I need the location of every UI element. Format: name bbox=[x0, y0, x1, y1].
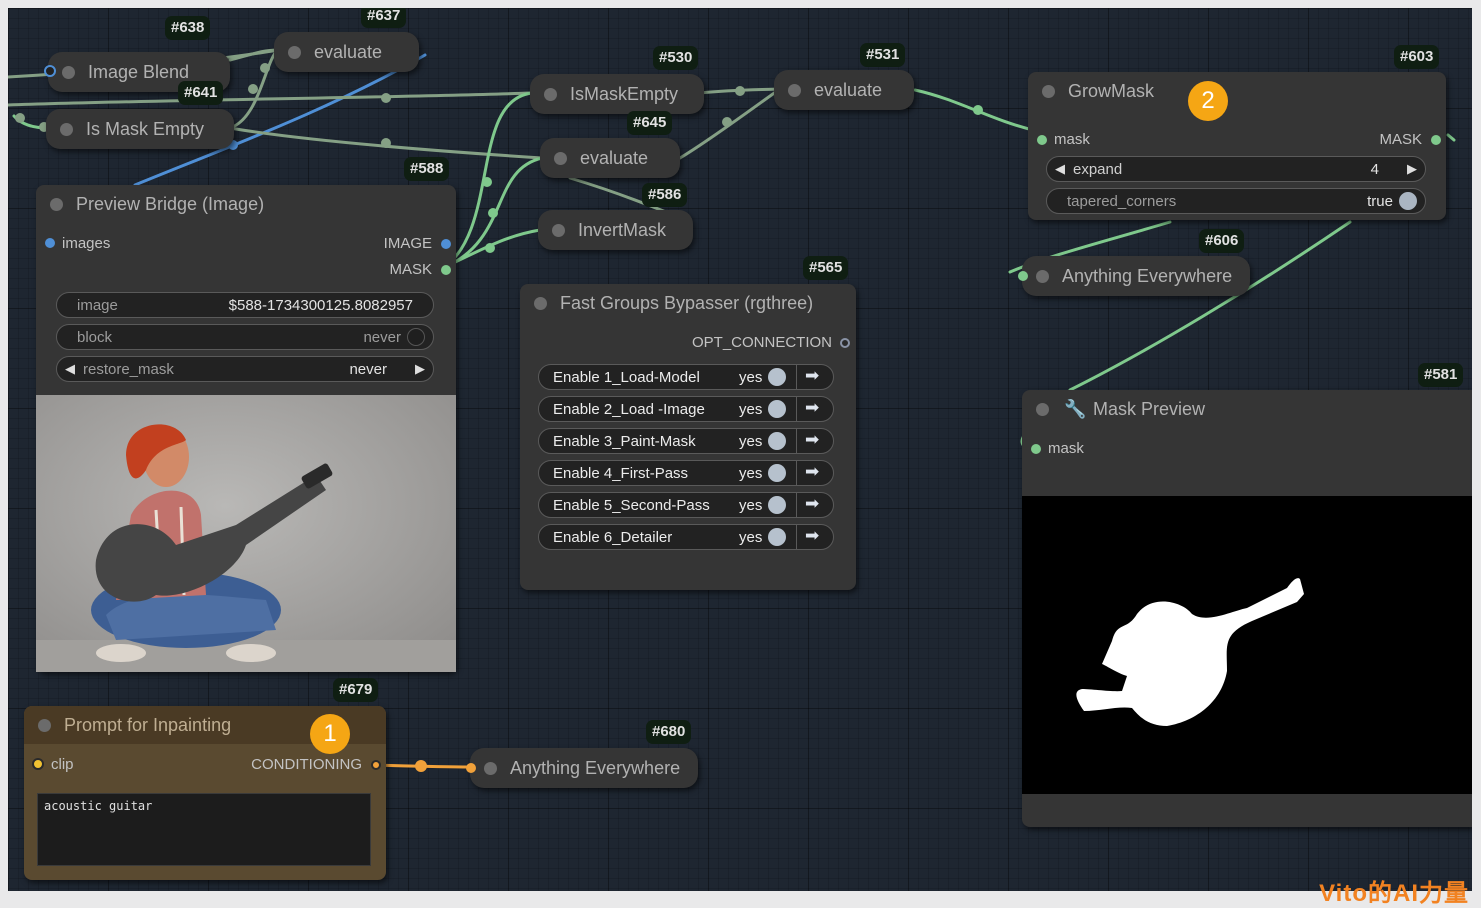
grow-mask-node[interactable]: GrowMask 2 mask MASK ◀ expand 4 ▶ tapere… bbox=[1028, 72, 1446, 220]
decrement-arrow-icon[interactable]: ◀ bbox=[1055, 161, 1065, 177]
images-input-slot[interactable] bbox=[45, 238, 55, 248]
group-toggle-row[interactable]: Enable 2_Load -Image yes ➡ bbox=[538, 396, 834, 422]
is-mask-empty-node[interactable]: Is Mask Empty bbox=[46, 109, 234, 149]
toggle-knob-icon[interactable] bbox=[768, 400, 786, 418]
anything-everywhere-node[interactable]: Anything Everywhere bbox=[1018, 256, 1250, 296]
mask-input-slot[interactable] bbox=[1031, 444, 1041, 454]
navigate-arrow-icon[interactable]: ➡ bbox=[805, 366, 819, 386]
toggle-knob-icon[interactable] bbox=[1399, 192, 1417, 210]
opt-connection-output-slot[interactable] bbox=[840, 338, 850, 348]
group-toggle-row[interactable]: Enable 5_Second-Pass yes ➡ bbox=[538, 492, 834, 518]
group-toggle-row[interactable]: Enable 1_Load-Model yes ➡ bbox=[538, 364, 834, 390]
toggle-knob-icon[interactable] bbox=[407, 328, 425, 346]
slot-label: MASK bbox=[389, 261, 432, 278]
invert-mask-node[interactable]: InvertMask bbox=[538, 210, 693, 250]
group-toggle-row[interactable]: Enable 3_Paint-Mask yes ➡ bbox=[538, 428, 834, 454]
toggle-knob-icon[interactable] bbox=[768, 496, 786, 514]
evaluate-node[interactable]: evaluate bbox=[774, 70, 914, 110]
mask-preview-image bbox=[1022, 496, 1472, 794]
node-id-badge: #641 bbox=[178, 81, 224, 105]
node-id-badge: #588 bbox=[404, 157, 450, 181]
increment-arrow-icon[interactable]: ▶ bbox=[1407, 161, 1417, 177]
node-title: Fast Groups Bypasser (rgthree) bbox=[560, 293, 814, 313]
preview-image bbox=[36, 395, 456, 672]
slot-label: CONDITIONING bbox=[251, 756, 362, 773]
prev-arrow-icon[interactable]: ◀ bbox=[65, 361, 75, 377]
node-id-badge: #637 bbox=[361, 8, 407, 28]
navigate-arrow-icon[interactable]: ➡ bbox=[805, 526, 819, 546]
node-id-badge: #645 bbox=[627, 111, 673, 135]
node-title: Preview Bridge (Image) bbox=[76, 194, 265, 214]
node-id-badge: #530 bbox=[653, 46, 699, 70]
toggle-knob-icon[interactable] bbox=[768, 464, 786, 482]
toggle-knob-icon[interactable] bbox=[768, 528, 786, 546]
slot-label: clip bbox=[51, 756, 74, 773]
slot-label: IMAGE bbox=[383, 235, 432, 252]
block-toggle[interactable]: block never bbox=[56, 324, 434, 350]
fast-groups-bypasser-node[interactable]: Fast Groups Bypasser (rgthree) OPT_CONNE… bbox=[520, 284, 856, 590]
node-title: Is Mask Empty bbox=[86, 119, 205, 139]
slot-label: images bbox=[62, 235, 111, 252]
is-mask-empty-node[interactable]: IsMaskEmpty bbox=[530, 74, 704, 114]
mask-output-slot[interactable] bbox=[1431, 135, 1441, 145]
node-id-badge: #581 bbox=[1418, 363, 1464, 387]
navigate-arrow-icon[interactable]: ➡ bbox=[805, 462, 819, 482]
node-title: IsMaskEmpty bbox=[570, 84, 679, 104]
mask-input-slot[interactable] bbox=[1037, 135, 1047, 145]
node-id-badge: #603 bbox=[1394, 45, 1440, 69]
anything-everywhere-node[interactable]: Anything Everywhere bbox=[466, 748, 698, 788]
prompt-textarea[interactable]: acoustic guitar bbox=[37, 793, 371, 866]
node-title: evaluate bbox=[314, 42, 383, 62]
navigate-arrow-icon[interactable]: ➡ bbox=[805, 494, 819, 514]
clip-input-slot[interactable] bbox=[32, 758, 44, 770]
node-title: Mask Preview bbox=[1093, 399, 1206, 419]
node-title: InvertMask bbox=[578, 220, 667, 240]
conditioning-output-slot[interactable] bbox=[371, 760, 381, 770]
mask-preview-node[interactable]: 🔧 Mask Preview mask bbox=[1022, 390, 1472, 827]
toggle-knob-icon[interactable] bbox=[768, 432, 786, 450]
image-output-slot[interactable] bbox=[441, 239, 451, 249]
expand-widget[interactable]: ◀ expand 4 ▶ bbox=[1046, 156, 1426, 182]
node-id-badge: #638 bbox=[165, 16, 211, 40]
node-id-badge: #586 bbox=[642, 183, 688, 207]
evaluate-node[interactable]: evaluate bbox=[540, 138, 680, 178]
node-title: evaluate bbox=[580, 148, 649, 168]
slot-label: OPT_CONNECTION bbox=[691, 334, 832, 351]
slot-label: MASK bbox=[1379, 131, 1422, 148]
navigate-arrow-icon[interactable]: ➡ bbox=[805, 430, 819, 450]
node-title: Anything Everywhere bbox=[1062, 266, 1233, 286]
node-id-badge: #679 bbox=[333, 678, 379, 702]
slot-label: mask bbox=[1054, 131, 1090, 148]
restore-mask-combo[interactable]: ◀ restore_mask never ▶ bbox=[56, 356, 434, 382]
step-marker-badge: 1 bbox=[310, 714, 350, 754]
node-id-badge: #531 bbox=[860, 43, 906, 67]
watermark: Vito的AI力量 bbox=[1319, 880, 1469, 907]
next-arrow-icon[interactable]: ▶ bbox=[415, 361, 425, 377]
node-id-badge: #565 bbox=[803, 256, 849, 280]
toggle-knob-icon[interactable] bbox=[768, 368, 786, 386]
node-title: evaluate bbox=[814, 80, 883, 100]
group-toggle-row[interactable]: Enable 6_Detailer yes ➡ bbox=[538, 524, 834, 550]
node-graph-canvas[interactable]: #638 Image Blend #637 evaluate #641 Is M… bbox=[8, 8, 1472, 891]
slot-label: mask bbox=[1048, 440, 1084, 457]
node-title: Anything Everywhere bbox=[510, 758, 681, 778]
preview-bridge-node[interactable]: Preview Bridge (Image) images IMAGE MASK… bbox=[36, 185, 456, 672]
prompt-inpainting-node[interactable]: Prompt for Inpainting 1 clip CONDITIONIN… bbox=[24, 706, 386, 880]
node-title: GrowMask bbox=[1068, 81, 1155, 101]
navigate-arrow-icon[interactable]: ➡ bbox=[805, 398, 819, 418]
image-widget[interactable]: image $588-1734300125.8082957 bbox=[56, 292, 434, 318]
tapered-corners-toggle[interactable]: tapered_corners true bbox=[1046, 188, 1426, 214]
node-id-badge: #606 bbox=[1199, 229, 1245, 253]
mask-output-slot[interactable] bbox=[441, 265, 451, 275]
step-marker-badge: 2 bbox=[1188, 81, 1228, 121]
evaluate-node[interactable]: evaluate bbox=[274, 32, 419, 72]
node-id-badge: #680 bbox=[646, 720, 692, 744]
group-toggle-row[interactable]: Enable 4_First-Pass yes ➡ bbox=[538, 460, 834, 486]
